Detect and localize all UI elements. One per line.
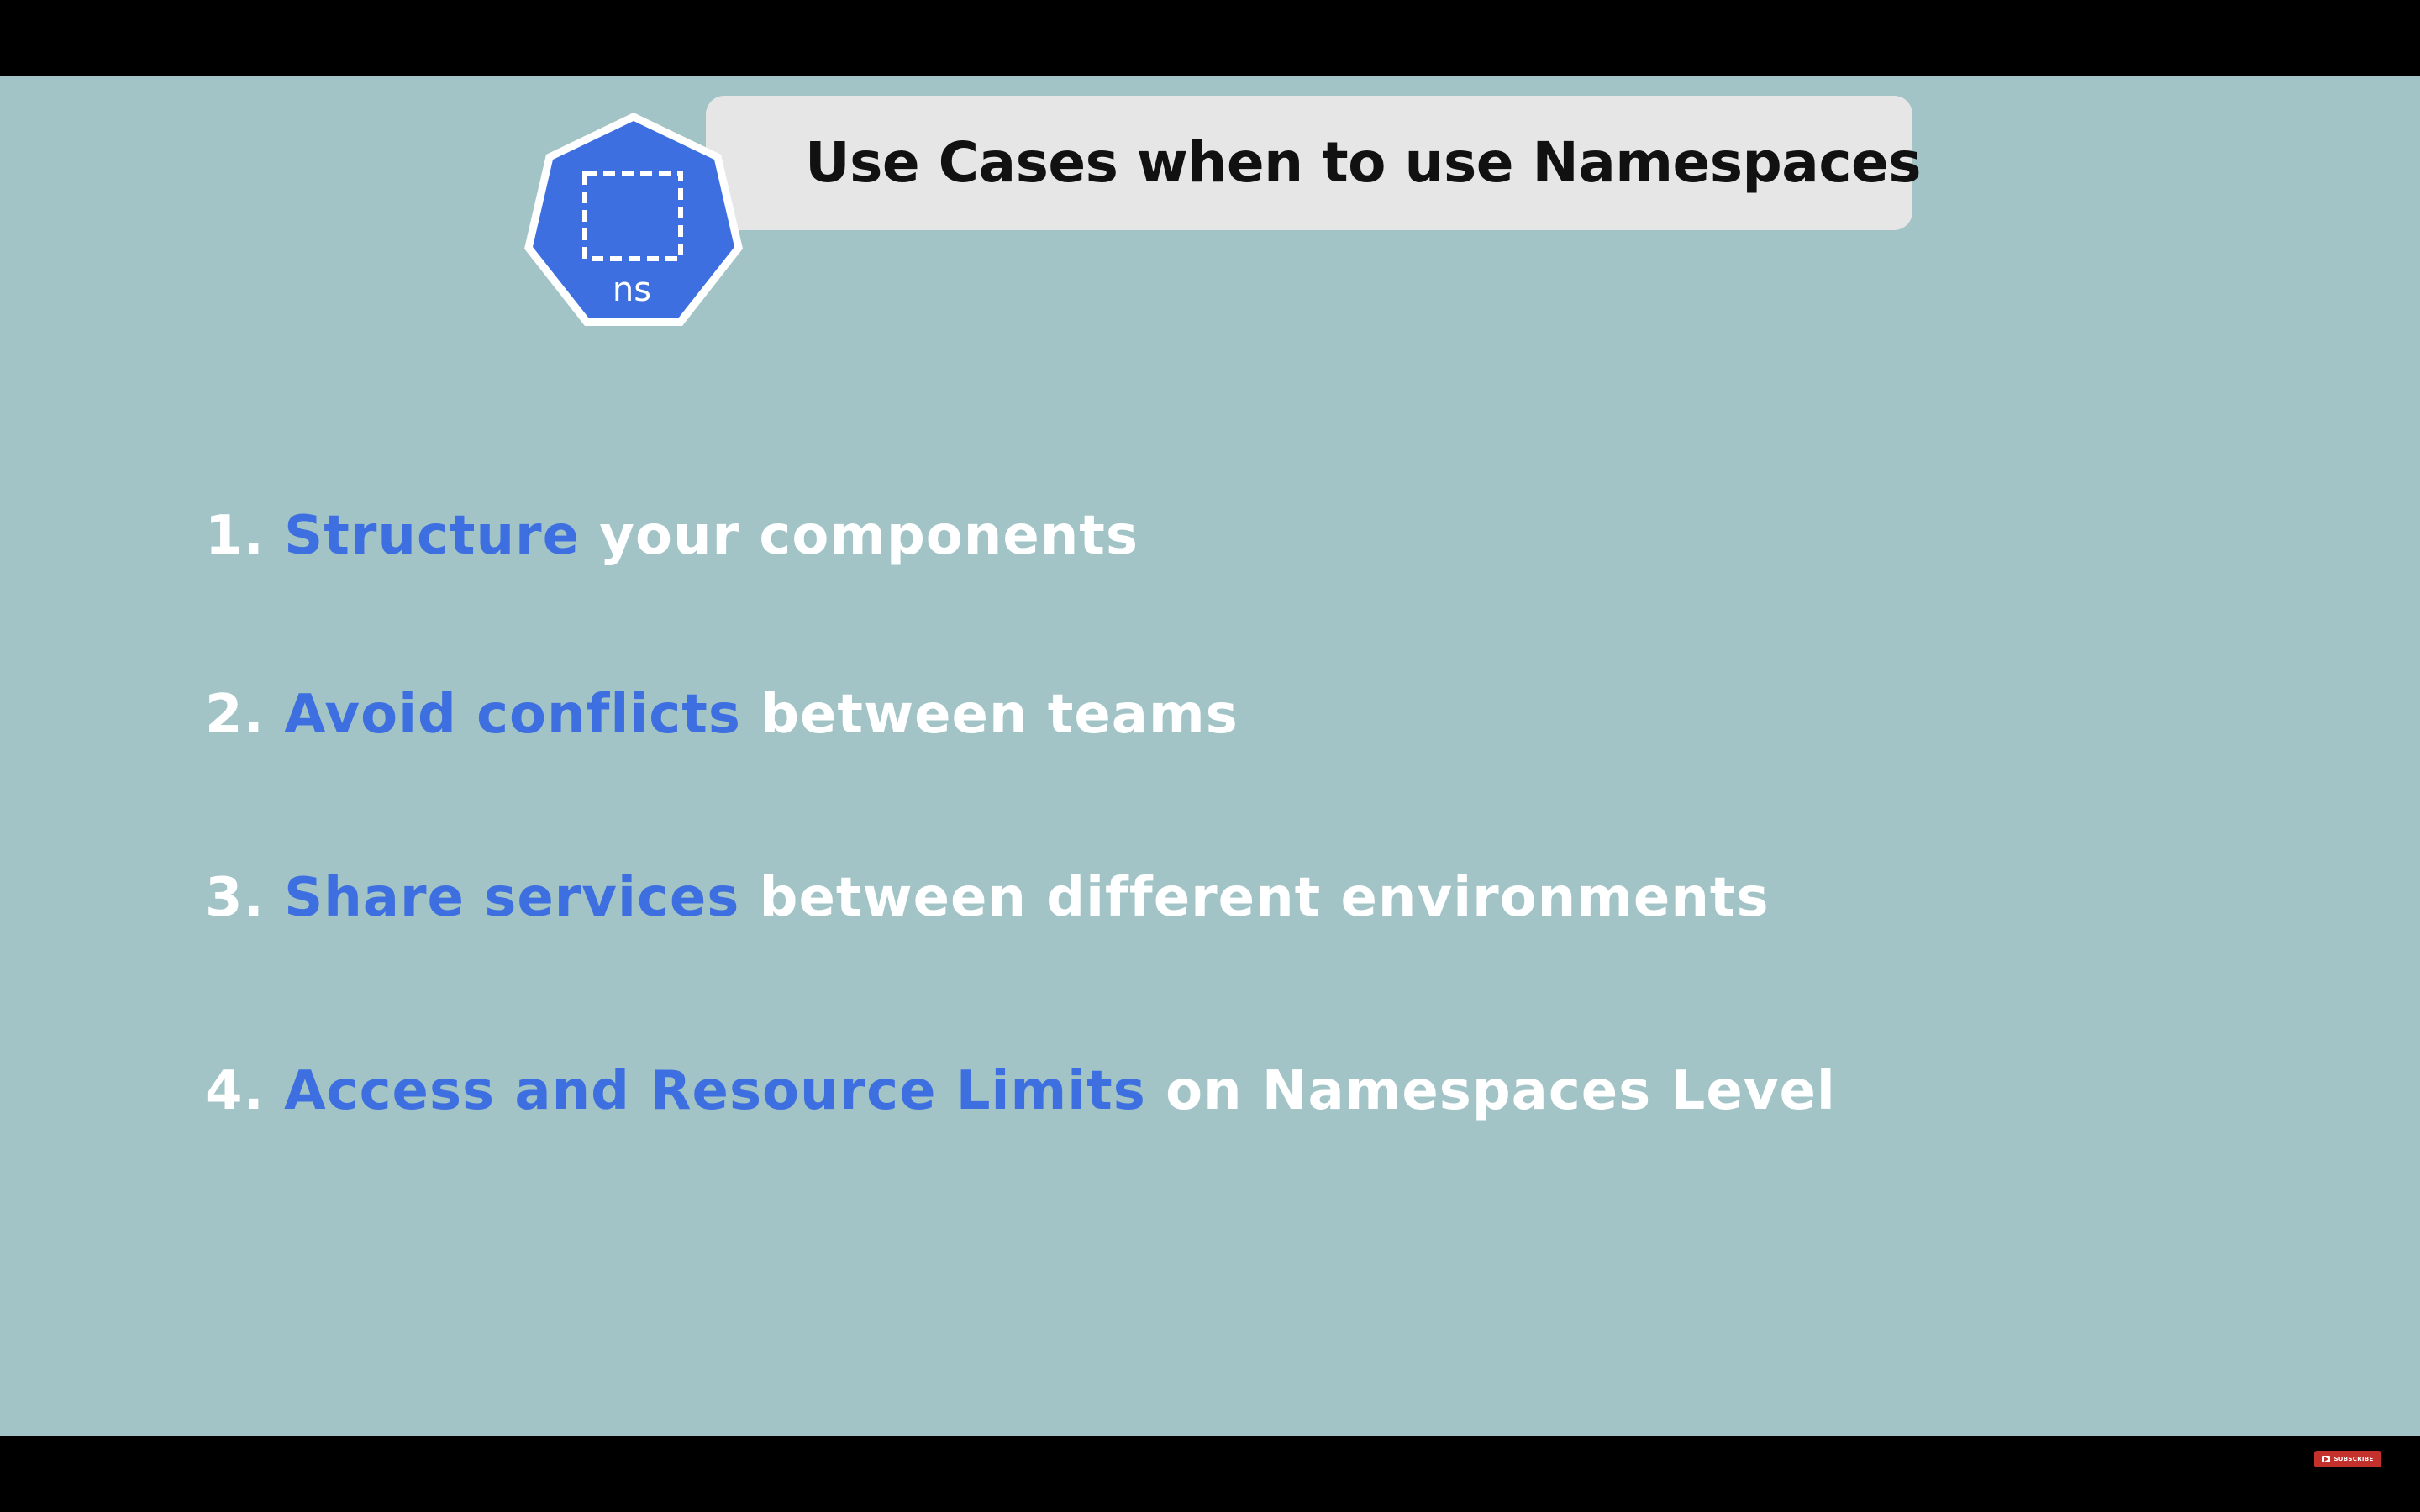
subscribe-label: SUBSCRIBE xyxy=(2333,1456,2374,1462)
item-highlight: Share services xyxy=(284,867,760,929)
item-highlight: Access and Resource Limits xyxy=(284,1060,1166,1122)
item-highlight: Avoid conflicts xyxy=(284,684,761,746)
item-number: 3. xyxy=(205,867,285,929)
item-number: 4. xyxy=(205,1060,285,1122)
item-text: between different environments xyxy=(759,867,1770,929)
video-bottom-letterbox xyxy=(0,1436,2420,1512)
item-text: your components xyxy=(599,505,1139,567)
item-highlight: Structure xyxy=(284,505,600,567)
play-icon xyxy=(2322,1456,2331,1462)
subscribe-button[interactable]: SUBSCRIBE xyxy=(2314,1451,2381,1467)
item-text: on Namespaces Level xyxy=(1165,1060,1836,1122)
list-item: 1. Structure your components xyxy=(205,498,1139,574)
list-item: 3. Share services between different envi… xyxy=(205,860,1770,936)
use-case-list: 1. Structure your components 2. Avoid co… xyxy=(0,0,2420,1512)
item-number: 1. xyxy=(205,505,285,567)
list-item: 2. Avoid conflicts between teams xyxy=(205,677,1239,753)
item-text: between teams xyxy=(760,684,1239,746)
list-item: 4. Access and Resource Limits on Namespa… xyxy=(205,1053,1836,1129)
item-number: 2. xyxy=(205,684,285,746)
